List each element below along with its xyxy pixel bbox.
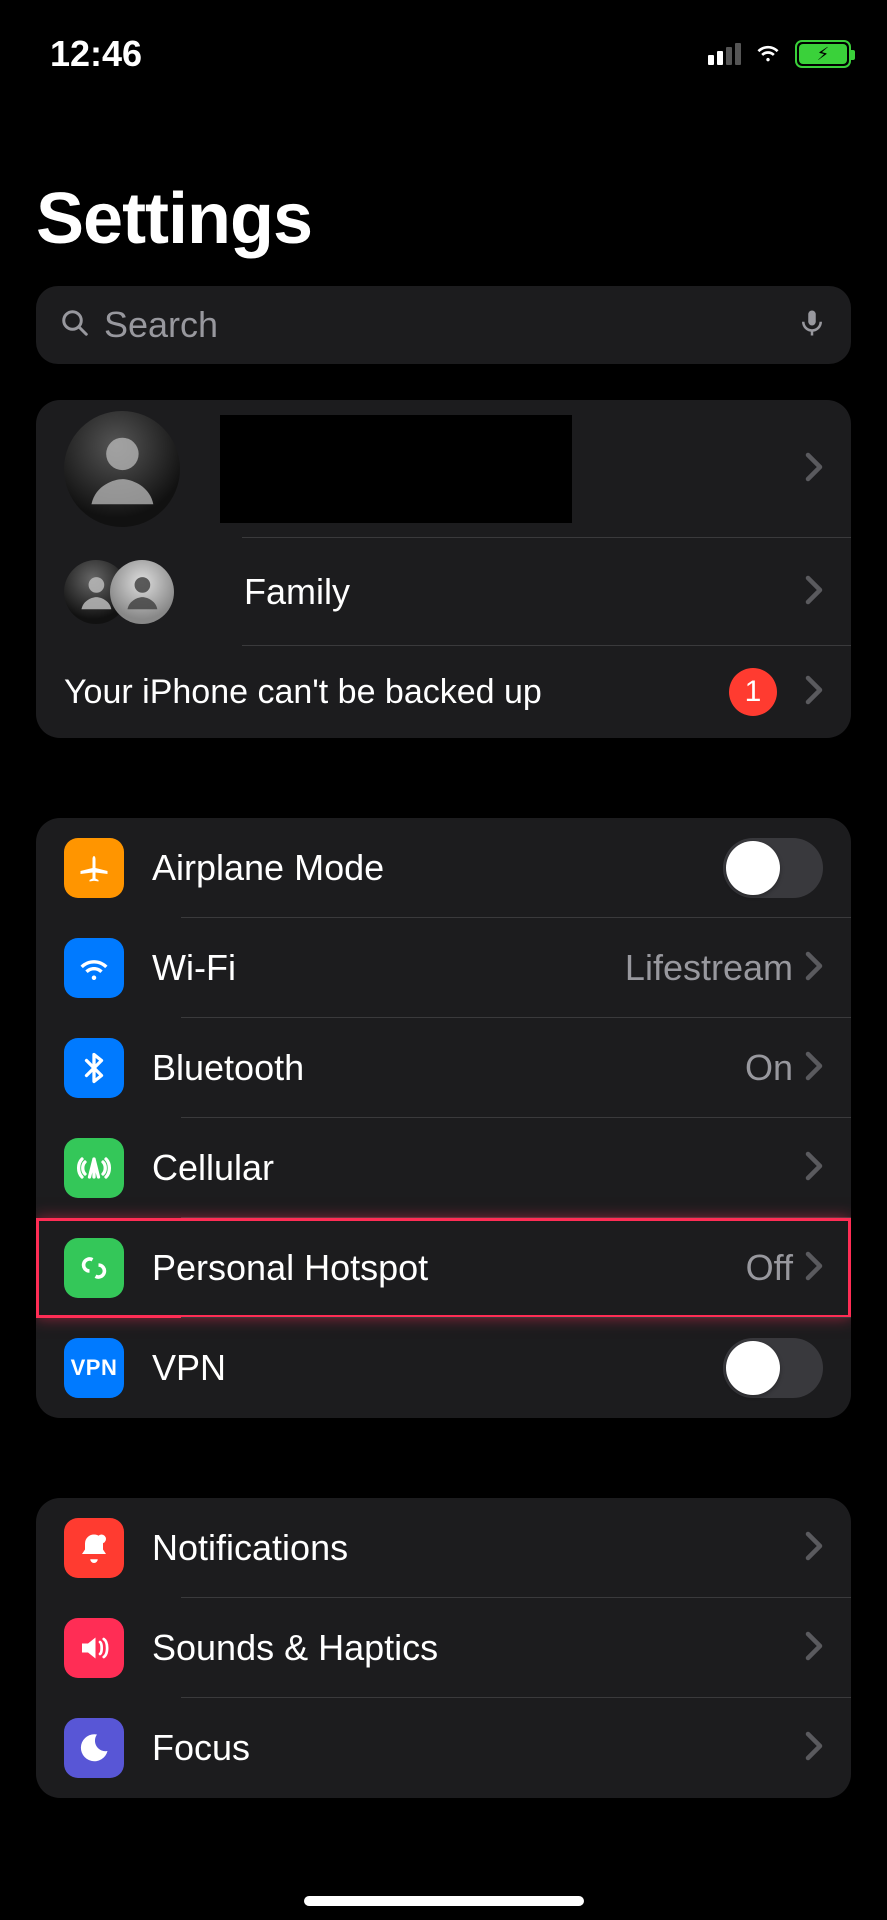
bluetooth-row[interactable]: Bluetooth On [36,1018,851,1118]
personal-hotspot-row[interactable]: Personal Hotspot Off [36,1218,851,1318]
family-row[interactable]: Family [36,538,851,646]
wifi-value: Lifestream [625,947,793,989]
sounds-icon [64,1618,124,1678]
vpn-label: VPN [152,1347,723,1389]
chevron-right-icon [805,1251,823,1286]
microphone-icon[interactable] [797,308,827,343]
status-icons: ⚡︎ [708,38,851,71]
status-time: 12:46 [50,33,142,75]
focus-row[interactable]: Focus [36,1698,851,1798]
chevron-right-icon [805,452,823,487]
cellular-label: Cellular [152,1147,805,1189]
profile-avatar [64,411,180,527]
vpn-row[interactable]: VPN VPN [36,1318,851,1418]
hotspot-icon [64,1238,124,1298]
wifi-label: Wi-Fi [152,947,625,989]
notifications-row[interactable]: Notifications [36,1498,851,1598]
airplane-icon [64,838,124,898]
chevron-right-icon [805,575,823,610]
connectivity-group: Airplane Mode Wi-Fi Lifestream Bluetooth… [36,818,851,1418]
chevron-right-icon [805,1731,823,1766]
general-group: Notifications Sounds & Haptics Focus [36,1498,851,1798]
cellular-row[interactable]: Cellular [36,1118,851,1218]
notifications-icon [64,1518,124,1578]
backup-warning-row[interactable]: Your iPhone can't be backed up 1 [36,646,851,738]
bluetooth-label: Bluetooth [152,1047,745,1089]
search-icon [60,308,90,343]
chevron-right-icon [805,1631,823,1666]
chevron-right-icon [805,675,823,710]
cellular-icon [64,1138,124,1198]
airplane-toggle[interactable] [723,838,823,898]
wifi-status-icon [751,38,785,71]
page-title: Settings [0,88,887,278]
chevron-right-icon [805,1151,823,1186]
sounds-label: Sounds & Haptics [152,1627,805,1669]
notification-badge: 1 [729,668,777,716]
status-bar: 12:46 ⚡︎ [0,0,887,88]
family-label: Family [244,571,805,613]
notifications-label: Notifications [152,1527,805,1569]
backup-warning-label: Your iPhone can't be backed up [64,673,729,712]
focus-icon [64,1718,124,1778]
sounds-row[interactable]: Sounds & Haptics [36,1598,851,1698]
chevron-right-icon [805,1531,823,1566]
focus-label: Focus [152,1727,805,1769]
cellular-signal-icon [708,43,741,65]
vpn-icon: VPN [64,1338,124,1398]
search-bar[interactable] [36,286,851,364]
bluetooth-value: On [745,1047,793,1089]
wifi-icon [64,938,124,998]
hotspot-label: Personal Hotspot [152,1247,746,1289]
airplane-mode-row[interactable]: Airplane Mode [36,818,851,918]
profile-name-redacted [220,415,572,523]
vpn-toggle[interactable] [723,1338,823,1398]
airplane-label: Airplane Mode [152,847,723,889]
chevron-right-icon [805,951,823,986]
chevron-right-icon [805,1051,823,1086]
search-input[interactable] [104,304,783,346]
home-indicator[interactable] [304,1896,584,1906]
apple-id-row[interactable] [36,400,851,538]
bluetooth-icon [64,1038,124,1098]
family-avatars [64,560,180,624]
wifi-row[interactable]: Wi-Fi Lifestream [36,918,851,1018]
battery-charging-icon: ⚡︎ [795,40,851,68]
account-group: Family Your iPhone can't be backed up 1 [36,400,851,738]
hotspot-value: Off [746,1247,793,1289]
